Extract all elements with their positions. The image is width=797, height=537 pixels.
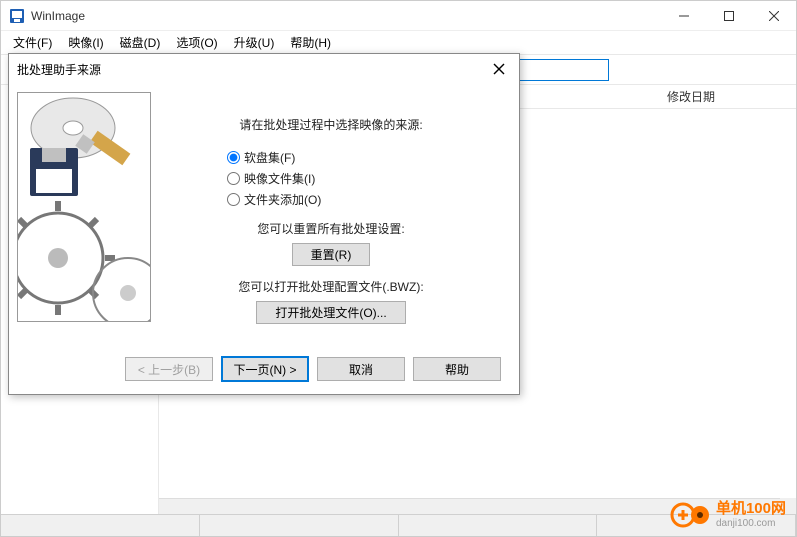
app-icon	[9, 8, 25, 24]
batch-wizard-dialog: 批处理助手来源	[8, 53, 520, 395]
window-title: WinImage	[31, 9, 661, 23]
column-mod-date[interactable]: 修改日期	[667, 88, 715, 105]
next-button[interactable]: 下一页(N) >	[221, 356, 309, 382]
dialog-title: 批处理助手来源	[17, 61, 487, 78]
menu-help[interactable]: 帮助(H)	[282, 31, 339, 54]
dialog-titlebar: 批处理助手来源	[9, 54, 519, 84]
menu-upgrade[interactable]: 升级(U)	[226, 31, 283, 54]
menu-image[interactable]: 映像(I)	[60, 31, 111, 54]
reset-button[interactable]: 重置(R)	[292, 243, 371, 266]
radio-floppy-input[interactable]	[227, 151, 240, 164]
radio-folder-input[interactable]	[227, 193, 240, 206]
cancel-button[interactable]: 取消	[317, 357, 405, 381]
status-cell-1	[1, 515, 200, 536]
status-cell-3	[399, 515, 598, 536]
radio-image-label: 映像文件集(I)	[244, 170, 315, 187]
radio-image-input[interactable]	[227, 172, 240, 185]
radio-folder[interactable]: 文件夹添加(O)	[227, 191, 495, 208]
menu-options[interactable]: 选项(O)	[168, 31, 225, 54]
dialog-close-button[interactable]	[487, 57, 511, 81]
minimize-button[interactable]	[661, 1, 706, 30]
radio-image[interactable]: 映像文件集(I)	[227, 170, 495, 187]
radio-folder-label: 文件夹添加(O)	[244, 191, 321, 208]
close-button[interactable]	[751, 1, 796, 30]
menubar: 文件(F) 映像(I) 磁盘(D) 选项(O) 升级(U) 帮助(H)	[1, 31, 796, 55]
watermark: 单机100网 danji100.com	[670, 500, 786, 530]
dialog-footer: < 上一步(B) 下一页(N) > 取消 帮助	[9, 344, 519, 394]
open-config-button[interactable]: 打开批处理文件(O)...	[256, 301, 405, 324]
status-cell-2	[200, 515, 399, 536]
watermark-icon	[670, 500, 710, 530]
menu-file[interactable]: 文件(F)	[5, 31, 60, 54]
watermark-en: danji100.com	[716, 518, 786, 530]
titlebar: WinImage	[1, 1, 796, 31]
dialog-heading: 请在批处理过程中选择映像的来源:	[167, 116, 495, 133]
wizard-image	[17, 92, 151, 322]
maximize-button[interactable]	[706, 1, 751, 30]
open-label: 您可以打开批处理配置文件(.BWZ):	[167, 278, 495, 295]
source-radio-group: 软盘集(F) 映像文件集(I) 文件夹添加(O)	[227, 149, 495, 208]
dialog-image-pane	[9, 84, 159, 344]
watermark-cn: 单机100网	[716, 500, 786, 518]
help-button[interactable]: 帮助	[413, 357, 501, 381]
reset-label: 您可以重置所有批处理设置:	[167, 220, 495, 237]
back-button: < 上一步(B)	[125, 357, 213, 381]
radio-floppy-label: 软盘集(F)	[244, 149, 295, 166]
radio-floppy[interactable]: 软盘集(F)	[227, 149, 495, 166]
menu-disk[interactable]: 磁盘(D)	[112, 31, 169, 54]
